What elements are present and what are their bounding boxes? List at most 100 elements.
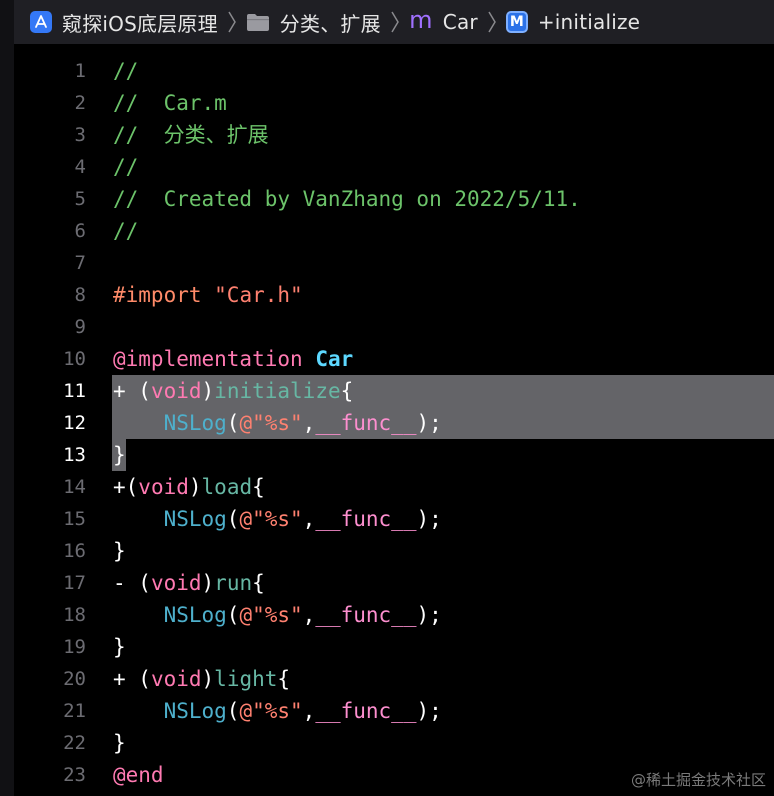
code-line[interactable]: 12 NSLog(@"%s",__func__); xyxy=(14,407,774,439)
code-line[interactable]: 16} xyxy=(14,535,774,567)
chevron-right-icon xyxy=(486,9,498,35)
code-token: { xyxy=(340,379,354,403)
code-token: ); xyxy=(416,507,442,531)
code-token: NSLog xyxy=(163,507,227,531)
code-token: load xyxy=(201,475,253,499)
code-text: + (void)initialize{ xyxy=(113,375,353,407)
breadcrumb-project-label: 窥探iOS底层原理 xyxy=(62,11,218,36)
code-token: ( xyxy=(226,411,240,435)
breadcrumb-file[interactable]: m Car xyxy=(409,0,478,44)
code-token: void xyxy=(150,667,202,691)
code-token: __func__ xyxy=(315,603,417,627)
code-token: void xyxy=(150,571,202,595)
line-number: 3 xyxy=(74,124,86,146)
code-token: ); xyxy=(416,603,442,627)
code-text: NSLog(@"%s",__func__); xyxy=(113,695,442,727)
source-editor[interactable]: 1 // 2 // Car.m 3 // 分类、扩展 4 // 5 // Created by V… xyxy=(14,44,774,796)
method-icon: M xyxy=(505,11,528,33)
code-line[interactable]: 1 // xyxy=(14,55,774,87)
code-line[interactable]: 2 // Car.m xyxy=(14,87,774,119)
code-token: ); xyxy=(416,699,442,723)
code-token: + ( xyxy=(113,379,151,403)
code-text: @implementation Car xyxy=(113,343,353,375)
code-text: @end xyxy=(113,759,164,791)
line-number: 19 xyxy=(63,636,86,658)
code-line[interactable]: 17 - (void)run{ xyxy=(14,567,774,599)
code-text: } xyxy=(113,727,126,759)
code-token: ) xyxy=(201,667,215,691)
code-token: ) xyxy=(201,571,215,595)
line-number: 11 xyxy=(63,380,86,402)
code-line[interactable]: 10 @implementation Car xyxy=(14,343,774,375)
code-token: @"%s" xyxy=(239,699,303,723)
code-line[interactable]: 7 xyxy=(14,247,774,279)
code-line[interactable]: 21 NSLog(@"%s",__func__); xyxy=(14,695,774,727)
line-number: 21 xyxy=(63,700,86,722)
code-token: { xyxy=(277,667,291,691)
line-number: 10 xyxy=(63,348,86,370)
code-text: // Created by VanZhang on 2022/5/11. xyxy=(113,183,581,215)
code-line[interactable]: 14 +(void)load{ xyxy=(14,471,774,503)
line-number: 14 xyxy=(63,476,86,498)
code-token: // xyxy=(113,219,139,243)
code-line[interactable]: 8 #import "Car.h" xyxy=(14,279,774,311)
code-token: , xyxy=(302,507,316,531)
line-number: 9 xyxy=(74,316,86,338)
code-line[interactable]: 11 + (void)initialize{ xyxy=(14,375,774,407)
folder-icon xyxy=(246,12,270,32)
code-line[interactable]: 3 // 分类、扩展 xyxy=(14,119,774,151)
code-text: // xyxy=(113,151,138,183)
breadcrumb-group[interactable]: 分类、扩展 xyxy=(246,0,381,44)
code-line[interactable]: 13} xyxy=(14,439,774,471)
breadcrumb-symbol[interactable]: M +initialize xyxy=(505,0,640,44)
code-token: // Created by VanZhang on 2022/5/11. xyxy=(113,187,581,211)
line-number: 2 xyxy=(74,92,86,114)
code-token: __func__ xyxy=(315,507,417,531)
code-text: // xyxy=(113,215,138,247)
code-token: ) xyxy=(188,475,202,499)
code-text: } xyxy=(113,631,126,663)
line-number: 16 xyxy=(63,540,86,562)
code-text: NSLog(@"%s",__func__); xyxy=(113,407,442,439)
code-token: // xyxy=(113,59,139,83)
code-line[interactable]: 6 // xyxy=(14,215,774,247)
code-line[interactable]: 20 + (void)light{ xyxy=(14,663,774,695)
code-text: // Car.m xyxy=(113,87,227,119)
code-token: , xyxy=(302,411,316,435)
code-token: , xyxy=(302,699,316,723)
code-token: { xyxy=(252,475,265,499)
code-token: + ( xyxy=(113,667,151,691)
breadcrumb-project[interactable]: 窥探iOS底层原理 xyxy=(14,0,218,44)
code-token: Car xyxy=(315,347,354,371)
code-line[interactable]: 18 NSLog(@"%s",__func__); xyxy=(14,599,774,631)
code-line[interactable]: 9 xyxy=(14,311,774,343)
code-token: __func__ xyxy=(315,411,417,435)
line-number: 22 xyxy=(63,732,86,754)
code-token: ); xyxy=(416,411,442,435)
code-line[interactable]: 5 // Created by VanZhang on 2022/5/11. xyxy=(14,183,774,215)
code-text: NSLog(@"%s",__func__); xyxy=(113,599,442,631)
code-text: +(void)load{ xyxy=(113,471,265,503)
watermark: @稀土掘金技术社区 xyxy=(630,771,766,789)
code-line[interactable]: 15 NSLog(@"%s",__func__); xyxy=(14,503,774,535)
code-token: run xyxy=(214,571,253,595)
xcode-window: 窥探iOS底层原理 分类、扩展 m Car M +initialize 1 //… xyxy=(0,0,774,796)
line-number: 7 xyxy=(74,252,86,274)
chevron-right-icon xyxy=(389,9,401,35)
code-token: NSLog xyxy=(163,699,227,723)
line-number: 1 xyxy=(74,60,86,82)
code-token: NSLog xyxy=(163,411,227,435)
editor-left-rail xyxy=(0,0,14,796)
code-token: #import xyxy=(113,283,215,307)
code-token: } xyxy=(113,539,126,563)
code-token: @"%s" xyxy=(239,507,303,531)
code-token: ( xyxy=(226,603,240,627)
code-token: "Car.h" xyxy=(214,283,303,307)
code-line[interactable]: 22} xyxy=(14,727,774,759)
code-line[interactable]: 4 // xyxy=(14,151,774,183)
code-text: // 分类、扩展 xyxy=(113,119,269,151)
code-line[interactable]: 19} xyxy=(14,631,774,663)
